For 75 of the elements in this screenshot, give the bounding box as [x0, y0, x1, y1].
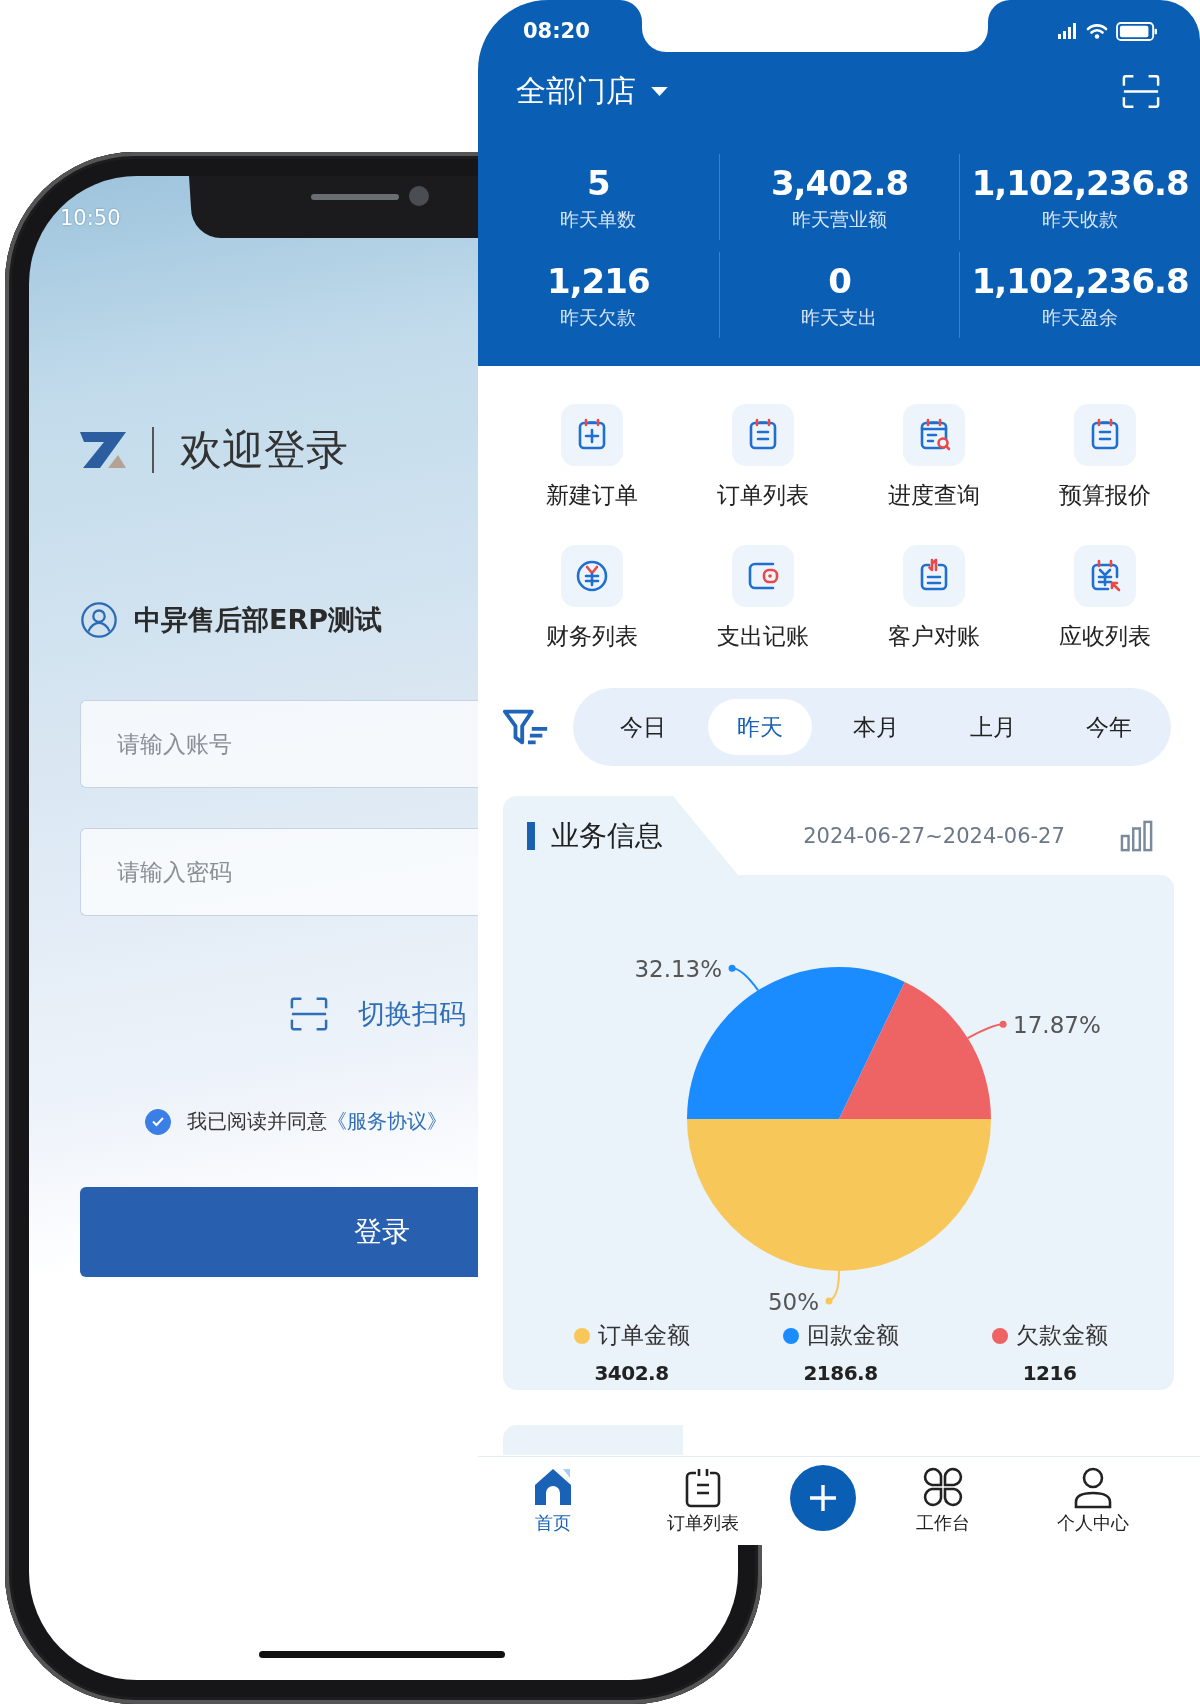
legend-amount: 3402.8 — [594, 1361, 669, 1385]
shortcut-button[interactable]: 预算报价 — [1019, 404, 1190, 511]
agree-checkbox[interactable] — [145, 1108, 171, 1135]
percent-label: 32.13% — [634, 956, 723, 983]
store-dropdown[interactable]: 全部门店 — [516, 70, 669, 112]
percent-label: 17.87% — [1013, 1012, 1101, 1039]
shortcut-button[interactable]: 新建订单 — [506, 404, 677, 511]
stat-label: 昨天盈余 — [1042, 305, 1119, 330]
nav-tab[interactable]: 首页 — [478, 1457, 628, 1535]
stat-value: 1,102,236.8 — [971, 162, 1189, 205]
input-field[interactable]: 请输入账号 — [80, 700, 478, 788]
stat-value: 0 — [828, 260, 851, 303]
shortcut-button[interactable]: 客户对账 — [848, 545, 1019, 652]
shortcut-button[interactable]: 应收列表 — [1019, 545, 1190, 652]
legend-label: 回款金额 — [806, 1321, 899, 1350]
wifi-icon — [1086, 23, 1108, 39]
leader-line — [825, 1270, 840, 1305]
clipboard-plus-icon — [560, 404, 623, 466]
scan-switch-link[interactable]: 切换扫码 — [290, 996, 466, 1032]
stat-label: 昨天营业额 — [792, 207, 887, 232]
stat-label: 昨天收款 — [1042, 207, 1119, 232]
stat-value: 1,102,236.8 — [971, 260, 1189, 303]
nav-tab[interactable]: 个人中心 — [1018, 1457, 1168, 1535]
date-range: 2024-06-27~2024-06-27 — [802, 823, 1066, 848]
status-time: 10:50 — [60, 206, 121, 232]
welcome-title: 欢迎登录 — [180, 424, 348, 476]
battery-icon — [1116, 21, 1158, 41]
period-tab[interactable]: 昨天 — [707, 699, 812, 755]
legend-label: 订单金额 — [597, 1321, 690, 1350]
stat-value: 3,402.8 — [770, 162, 909, 205]
period-tab[interactable]: 今年 — [1057, 699, 1161, 755]
signal-icon — [1058, 23, 1078, 39]
period-tab[interactable]: 今日 — [591, 699, 695, 755]
shortcut-button[interactable]: 进度查询 — [848, 404, 1019, 511]
period-tab[interactable]: 上月 — [940, 699, 1045, 755]
stat-value: 1,216 — [547, 260, 650, 303]
caret-icon — [650, 85, 669, 97]
clipboard-search-icon — [902, 404, 965, 466]
card-title: 业务信息 — [551, 817, 663, 854]
clipboard-icon — [1073, 404, 1136, 466]
legend-amount: 2186.8 — [803, 1361, 878, 1385]
legend-amount: 1216 — [1022, 1361, 1077, 1385]
title-marker — [527, 821, 535, 850]
wallet-icon — [731, 545, 794, 607]
shortcut-button[interactable]: 支出记账 — [677, 545, 848, 652]
plus-icon — [808, 1483, 838, 1513]
shortcut-button[interactable]: 财务列表 — [506, 545, 677, 652]
company-name: 中异售后部ERP测试 — [134, 603, 383, 637]
nav-tab[interactable]: 订单列表 — [628, 1457, 778, 1535]
period-tab[interactable]: 本月 — [824, 699, 928, 755]
bar-chart-icon[interactable] — [1120, 819, 1154, 852]
scan-icon — [290, 996, 328, 1032]
legend-label: 欠款金额 — [1015, 1321, 1108, 1350]
user-icon — [80, 601, 118, 639]
leader-line — [966, 1020, 1007, 1040]
percent-label: 50% — [767, 1289, 819, 1315]
leader-line — [728, 964, 760, 992]
check-icon — [152, 1117, 164, 1126]
login-button[interactable]: 登录 — [80, 1187, 478, 1277]
logo-icon — [80, 432, 126, 468]
stat-label: 昨天欠款 — [560, 305, 637, 330]
clipboard-yen-icon — [1073, 545, 1136, 607]
agreement-link[interactable]: 《服务协议》 — [327, 1108, 447, 1135]
clipboard-arrows-icon — [902, 545, 965, 607]
nav-tab[interactable]: 工作台 — [868, 1457, 1018, 1535]
scan-icon[interactable] — [1122, 73, 1160, 109]
status-time: 08:20 — [523, 19, 590, 43]
clipboard-icon — [731, 404, 794, 466]
shortcut-button[interactable]: 订单列表 — [677, 404, 848, 511]
input-field[interactable]: 请输入密码 — [80, 828, 478, 916]
grid-icon — [921, 1465, 965, 1509]
stat-label: 昨天单数 — [560, 207, 637, 232]
stat-value: 5 — [587, 162, 610, 205]
stat-label: 昨天支出 — [801, 305, 878, 330]
agreement-text: 我已阅读并同意 — [187, 1108, 327, 1135]
